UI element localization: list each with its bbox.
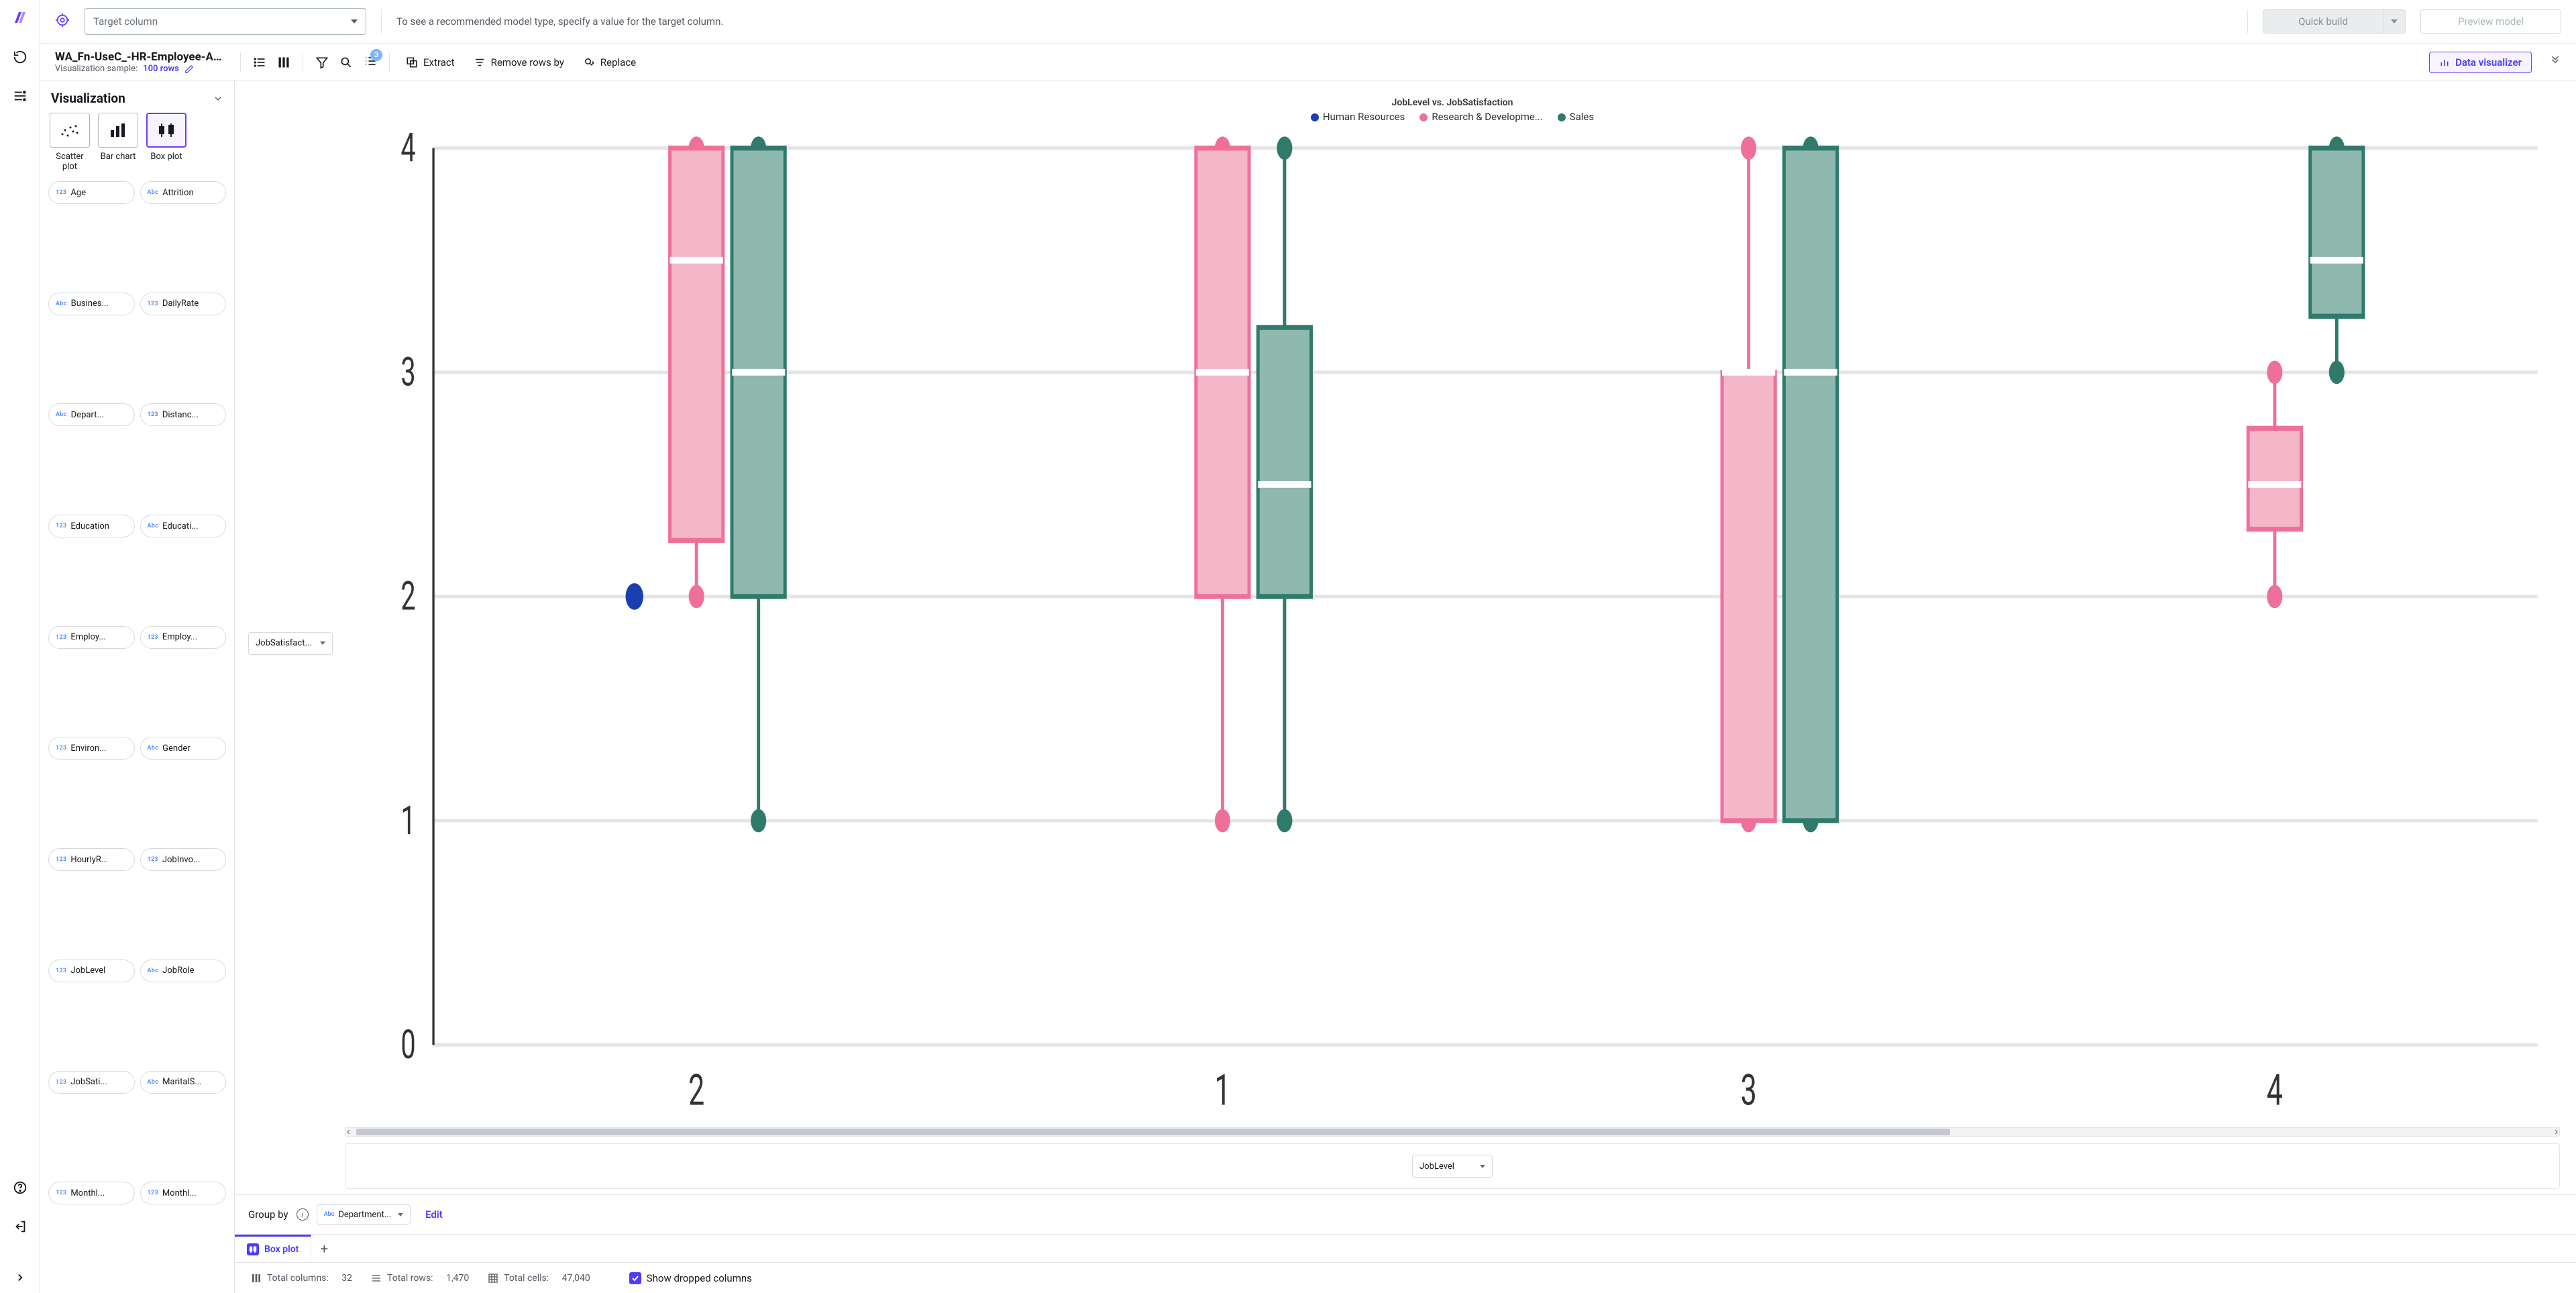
logo-icon[interactable]: [12, 9, 28, 25]
quick-build-button[interactable]: Quick build: [2263, 9, 2383, 34]
expand-toolbar-icon[interactable]: [2549, 55, 2561, 70]
preview-model-button[interactable]: Preview model: [2420, 9, 2561, 34]
column-pill[interactable]: 123JobInvo...: [140, 848, 227, 871]
group-by-label: Group by: [248, 1208, 288, 1221]
status-bar: Total columns: 32 Total rows: 1,470 Tota…: [235, 1262, 2576, 1293]
refresh-icon[interactable]: [13, 50, 28, 64]
column-pill[interactable]: 123JobLevel: [48, 960, 135, 982]
target-column-placeholder: Target column: [93, 15, 158, 28]
column-pill[interactable]: AbcGender: [140, 737, 227, 760]
chevron-down-icon: [398, 1213, 403, 1217]
group-by-row: Group by i Abc Department... Edit: [235, 1194, 2576, 1234]
layers-icon[interactable]: [13, 89, 28, 103]
svg-text:1: 1: [1214, 1065, 1230, 1115]
svg-text:3: 3: [400, 350, 415, 396]
chevron-down-icon: [351, 19, 358, 23]
chart-canvas: JobSatisfact... JobLevel vs. JobSatisfac…: [235, 81, 2576, 1293]
chart-type-scatter[interactable]: Scatter plot: [50, 113, 90, 172]
tab-box-plot[interactable]: Box plot: [235, 1235, 311, 1262]
search-icon[interactable]: [339, 56, 353, 69]
rows-stat-icon: [371, 1273, 382, 1284]
vis-sample-label: Visualization sample:: [55, 64, 138, 74]
legend-item[interactable]: Research & Developme...: [1419, 111, 1542, 123]
chart-title: JobLevel vs. JobSatisfaction: [345, 97, 2560, 108]
chart-type-bar[interactable]: Bar chart: [98, 113, 138, 172]
group-by-dropzone[interactable]: Abc Department...: [317, 1204, 411, 1225]
svg-text:4: 4: [400, 128, 415, 172]
chart-legend: Human Resources Research & Developme... Sa…: [345, 111, 2560, 123]
tabs: Box plot +: [235, 1234, 2576, 1262]
column-pill[interactable]: 123Employ...: [48, 626, 135, 649]
show-dropped-checkbox[interactable]: [629, 1272, 641, 1284]
column-pill[interactable]: 123Education: [48, 515, 135, 537]
column-pill[interactable]: AbcMaritalS...: [140, 1071, 227, 1094]
columns-stat-icon: [251, 1273, 262, 1284]
svg-text:2: 2: [400, 574, 415, 620]
column-pill[interactable]: 123Environ...: [48, 737, 135, 760]
collapse-panel-icon[interactable]: [213, 93, 223, 104]
columns-list[interactable]: 123AgeAbcAttrition AbcBusines...123DailyR…: [40, 178, 234, 1293]
column-pill[interactable]: 123Monthl...: [140, 1182, 227, 1204]
add-tab-button[interactable]: +: [311, 1241, 337, 1257]
edit-icon[interactable]: [184, 64, 194, 74]
target-icon: [55, 13, 70, 30]
steps-badge: 3: [370, 49, 382, 61]
replace-button[interactable]: Replace: [579, 56, 640, 68]
column-pill[interactable]: AbcEducati...: [140, 515, 227, 537]
svg-text:0: 0: [400, 1022, 415, 1068]
legend-item[interactable]: Sales: [1558, 111, 1594, 123]
toolbar: WA_Fn-UseC_-HR-Employee-Attrition... Vis…: [40, 44, 2576, 81]
edit-link[interactable]: Edit: [425, 1208, 443, 1221]
visualization-panel: Visualization Scatter plot Bar chart Box: [40, 81, 235, 1293]
box-plot-svg: 0 1 2 3 4 2 1 3 4: [345, 128, 2560, 1125]
help-icon[interactable]: [13, 1180, 28, 1195]
column-pill[interactable]: 123HourlyR...: [48, 848, 135, 871]
vis-sample-rows: 100 rows: [143, 64, 179, 74]
logout-icon[interactable]: [13, 1219, 28, 1234]
info-icon[interactable]: i: [297, 1208, 309, 1221]
svg-text:3: 3: [1741, 1065, 1757, 1115]
chart-type-box[interactable]: Box plot: [146, 113, 186, 172]
svg-text:4: 4: [2267, 1065, 2283, 1115]
visualization-title: Visualization: [51, 91, 125, 106]
quick-build-dropdown[interactable]: [2383, 9, 2406, 34]
left-nav-rail: [0, 0, 40, 1293]
chevron-down-icon: [320, 641, 325, 645]
column-pill[interactable]: 123DailyRate: [140, 293, 227, 315]
expand-rail-icon[interactable]: [14, 1272, 26, 1284]
svg-text:2: 2: [688, 1065, 704, 1115]
x-axis-dropzone[interactable]: JobLevel: [1412, 1155, 1493, 1178]
top-bar: Target column To see a recommended model…: [40, 0, 2576, 44]
list-view-icon[interactable]: [253, 56, 266, 69]
column-pill[interactable]: 123Age: [48, 181, 135, 204]
svg-text:1: 1: [400, 798, 415, 844]
column-pill[interactable]: 123JobSati...: [48, 1071, 135, 1094]
column-pill[interactable]: 123Monthl...: [48, 1182, 135, 1204]
column-pill[interactable]: 123Employ...: [140, 626, 227, 649]
chevron-down-icon: [1480, 1165, 1485, 1168]
target-hint: To see a recommended model type, specify…: [396, 15, 723, 28]
legend-item[interactable]: Human Resources: [1311, 111, 1405, 123]
y-axis-dropzone[interactable]: JobSatisfact...: [248, 632, 333, 655]
target-column-select[interactable]: Target column: [85, 8, 366, 35]
remove-rows-button[interactable]: Remove rows by: [470, 56, 568, 68]
column-pill[interactable]: 123Distanc...: [140, 403, 227, 426]
filter-icon[interactable]: [315, 56, 329, 69]
cells-stat-icon: [488, 1273, 498, 1284]
dataset-name: WA_Fn-UseC_-HR-Employee-Attrition...: [55, 50, 223, 64]
chart-h-scrollbar[interactable]: [345, 1127, 2560, 1137]
column-pill[interactable]: AbcBusines...: [48, 293, 135, 315]
extract-button[interactable]: Extract: [402, 56, 459, 68]
column-pill[interactable]: AbcAttrition: [140, 181, 227, 204]
column-pill[interactable]: AbcDepart...: [48, 403, 135, 426]
column-pill[interactable]: AbcJobRole: [140, 960, 227, 982]
data-visualizer-button[interactable]: Data visualizer: [2429, 52, 2532, 73]
grid-view-icon[interactable]: [277, 56, 290, 69]
